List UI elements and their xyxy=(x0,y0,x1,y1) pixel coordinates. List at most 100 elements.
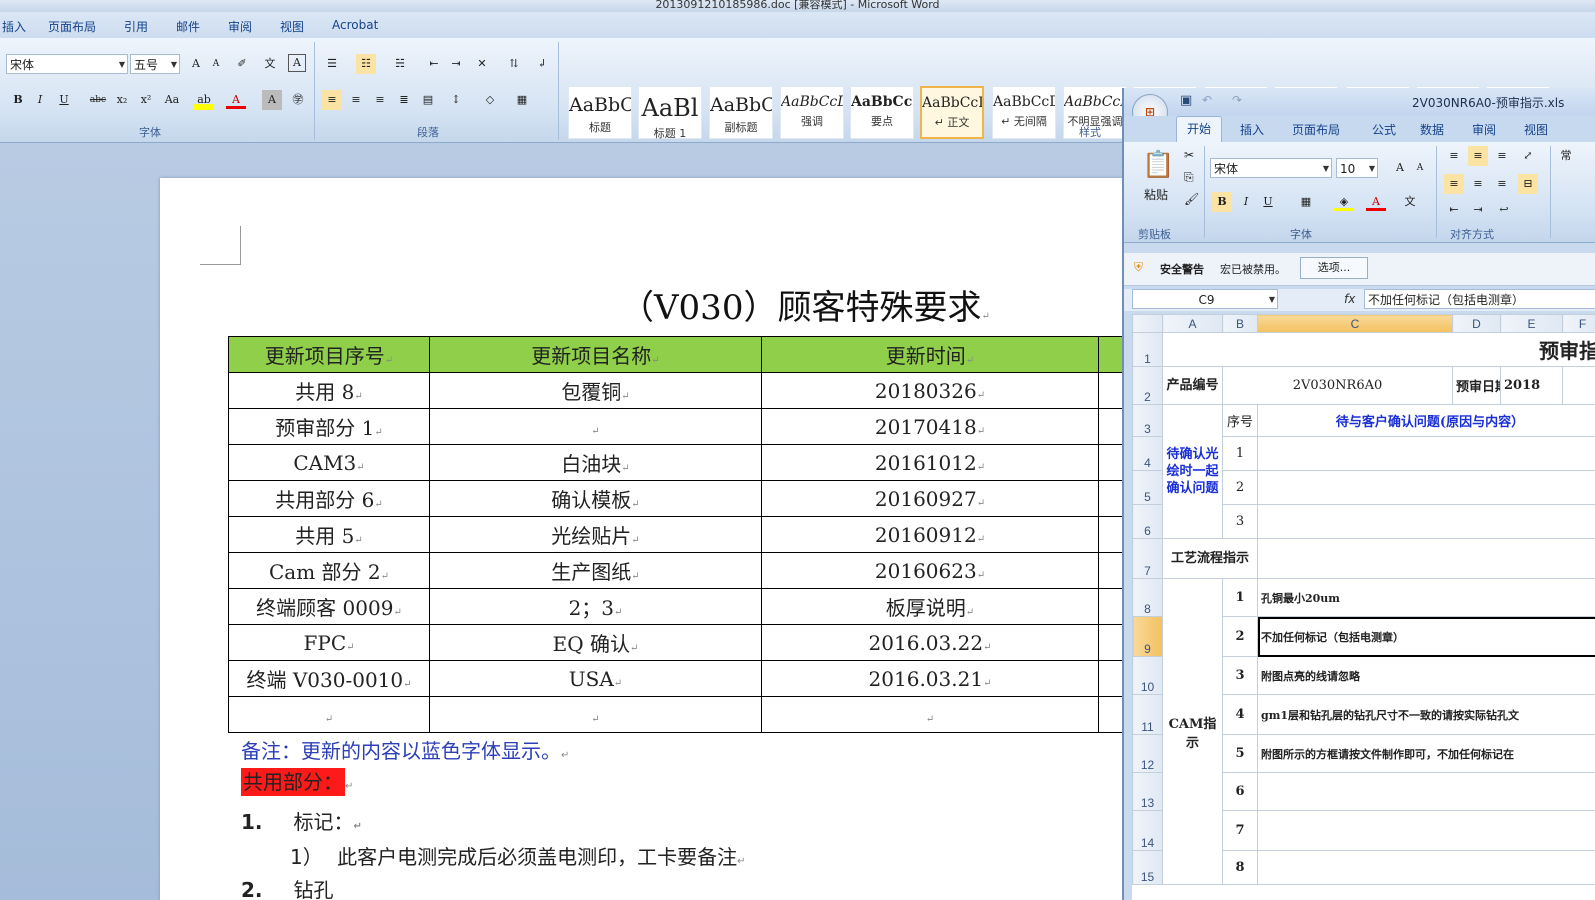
char-border-icon[interactable]: A xyxy=(288,54,306,72)
shrink-font-icon[interactable]: A xyxy=(206,54,226,74)
row-header[interactable]: 12 xyxy=(1132,734,1163,773)
row-header[interactable]: 9 xyxy=(1132,616,1163,657)
redo-icon[interactable]: ↷ xyxy=(1232,93,1242,107)
options-button[interactable]: 选项... xyxy=(1300,257,1368,279)
align-bottom-icon[interactable]: ≡ xyxy=(1492,146,1512,166)
distribute-icon[interactable]: ▤ xyxy=(418,90,438,110)
table-cell[interactable]: 2016.03.21↵ xyxy=(761,660,1099,697)
cell[interactable]: 附图点亮的线请忽略 xyxy=(1257,656,1595,695)
cell[interactable]: 2 xyxy=(1222,470,1258,505)
cell[interactable]: 预审指 xyxy=(1162,332,1595,367)
table-cell[interactable]: 20160912↵ xyxy=(761,516,1099,553)
row-header[interactable]: 15 xyxy=(1132,850,1163,885)
shrink-font-icon[interactable]: A xyxy=(1410,158,1430,178)
subscript-icon[interactable]: x₂ xyxy=(112,90,132,110)
cut-icon[interactable]: ✂ xyxy=(1184,148,1194,162)
char-shading-icon[interactable]: A xyxy=(262,90,282,110)
table-cell[interactable]: 生产图纸↵ xyxy=(429,552,762,589)
justify-icon[interactable]: ≣ xyxy=(394,90,414,110)
bold-icon[interactable]: B xyxy=(8,90,28,110)
highlight-icon[interactable]: ab xyxy=(194,90,214,110)
font-name-combo[interactable]: 宋体 ▼ xyxy=(6,54,128,74)
change-case-icon[interactable]: Aa xyxy=(162,90,182,110)
excel-font-name-combo[interactable]: 宋体 ▼ xyxy=(1210,158,1332,178)
table-cell[interactable]: 确认模板↵ xyxy=(429,480,762,517)
style-item[interactable]: AaBbCcDd 强调 xyxy=(780,86,844,139)
undo-icon[interactable]: ↶ xyxy=(1202,93,1212,107)
cell[interactable]: 2 xyxy=(1222,616,1258,657)
cell[interactable]: 2018 xyxy=(1500,366,1563,405)
row-header[interactable]: 1 xyxy=(1132,332,1163,367)
style-item[interactable]: AaBbCcDd ↵ 正文 xyxy=(920,86,984,139)
table-cell[interactable]: ↵ xyxy=(429,408,762,445)
column-header[interactable]: B xyxy=(1222,314,1258,333)
table-cell[interactable]: 终端顾客 0009↵ xyxy=(228,588,430,625)
table-cell[interactable]: 20180326↵ xyxy=(761,372,1099,409)
tab-formulas[interactable]: 公式 xyxy=(1372,121,1396,138)
strikethrough-icon[interactable]: abc xyxy=(88,90,108,110)
align-right-icon[interactable]: ≡ xyxy=(1492,174,1512,194)
wrap-icon[interactable]: ↩ xyxy=(1494,200,1514,220)
cell[interactable]: 产品编号 xyxy=(1162,366,1223,405)
row-header[interactable]: 14 xyxy=(1132,810,1163,851)
table-cell[interactable]: CAM3↵ xyxy=(228,444,430,481)
cell[interactable]: 4 xyxy=(1222,694,1258,735)
paste-icon[interactable]: 📋 xyxy=(1142,150,1174,180)
cell[interactable]: 3 xyxy=(1222,504,1258,539)
chevron-down-icon[interactable]: ▼ xyxy=(1369,159,1375,179)
header-cell[interactable]: 更新项目名称↵ xyxy=(429,336,762,373)
decrease-indent-icon[interactable]: ⇤ xyxy=(424,54,444,74)
row-header[interactable]: 10 xyxy=(1132,656,1163,695)
tab-mailings[interactable]: 邮件 xyxy=(176,18,200,35)
header-cell[interactable]: 更新项目序号↵ xyxy=(228,336,430,373)
multilevel-list-icon[interactable]: ☵ xyxy=(390,54,410,74)
column-header[interactable]: A xyxy=(1162,314,1223,333)
cell[interactable] xyxy=(1257,810,1595,851)
cell[interactable] xyxy=(1562,366,1595,405)
table-cell[interactable]: 包覆铜↵ xyxy=(429,372,762,409)
align-middle-icon[interactable]: ≡ xyxy=(1468,146,1488,166)
phonetic-icon[interactable]: 文 xyxy=(1400,192,1420,212)
chevron-down-icon[interactable]: ▼ xyxy=(1269,290,1275,310)
function-icon[interactable]: fx xyxy=(1344,292,1355,306)
table-cell[interactable]: 共用 5↵ xyxy=(228,516,430,553)
chevron-down-icon[interactable]: ▼ xyxy=(1323,159,1329,179)
header-cell[interactable]: 更新时间↵ xyxy=(761,336,1099,373)
cell[interactable]: gm1层和钻孔层的钻孔尺寸不一致的请按实际钻孔文 xyxy=(1257,694,1595,735)
row-header[interactable]: 3 xyxy=(1132,404,1163,437)
cell[interactable] xyxy=(1257,470,1595,505)
tab-view[interactable]: 视图 xyxy=(1524,121,1548,138)
font-color-icon[interactable]: A xyxy=(226,90,246,109)
cell[interactable] xyxy=(1257,850,1595,885)
style-item[interactable]: AaBbCcDd ↵ 无间隔 xyxy=(992,86,1056,139)
worksheet[interactable]: A B C D E F 1 预审指 2 产品编号 2V030NR6A0 预审日期 2018 3 待确认光绘时… xyxy=(1132,314,1595,900)
superscript-icon[interactable]: x² xyxy=(136,90,156,110)
tab-review[interactable]: 审阅 xyxy=(228,18,252,35)
table-cell[interactable]: 2；3↵ xyxy=(429,588,762,625)
select-all-corner[interactable] xyxy=(1132,314,1163,333)
style-item[interactable]: AaBbC 标题 xyxy=(568,86,632,139)
save-icon[interactable]: ▣ xyxy=(1180,93,1192,108)
chevron-down-icon[interactable]: ▼ xyxy=(171,55,177,75)
sort-icon[interactable]: ⇅ xyxy=(504,54,524,74)
row-header[interactable]: 2 xyxy=(1132,366,1163,405)
row-header[interactable]: 5 xyxy=(1132,470,1163,505)
table-cell[interactable]: 2016.03.22↵ xyxy=(761,624,1099,661)
table-cell[interactable]: ↵ xyxy=(228,696,430,733)
shading-icon[interactable]: ◇ xyxy=(480,90,500,110)
cell[interactable]: 7 xyxy=(1222,810,1258,851)
table-cell[interactable]: 共用部分 6↵ xyxy=(228,480,430,517)
merge-center-icon[interactable]: ⊟ xyxy=(1518,174,1538,194)
excel-font-size-combo[interactable]: 10 ▼ xyxy=(1336,158,1378,178)
number-format-icon[interactable]: 常 xyxy=(1556,146,1576,166)
style-item[interactable]: AaBbC 副标题 xyxy=(709,86,773,139)
column-header[interactable]: E xyxy=(1500,314,1563,333)
increase-indent-icon[interactable]: ⇥ xyxy=(1468,200,1488,220)
align-top-icon[interactable]: ≡ xyxy=(1444,146,1464,166)
cell[interactable] xyxy=(1257,436,1595,471)
tab-insert[interactable]: 插入 xyxy=(2,18,26,35)
formula-input[interactable]: 不加任何标记（包括电测章） xyxy=(1364,289,1595,309)
underline-icon[interactable]: U xyxy=(54,90,74,110)
name-box[interactable]: C9 ▼ xyxy=(1132,289,1278,309)
align-left-icon[interactable]: ≡ xyxy=(1444,174,1464,194)
